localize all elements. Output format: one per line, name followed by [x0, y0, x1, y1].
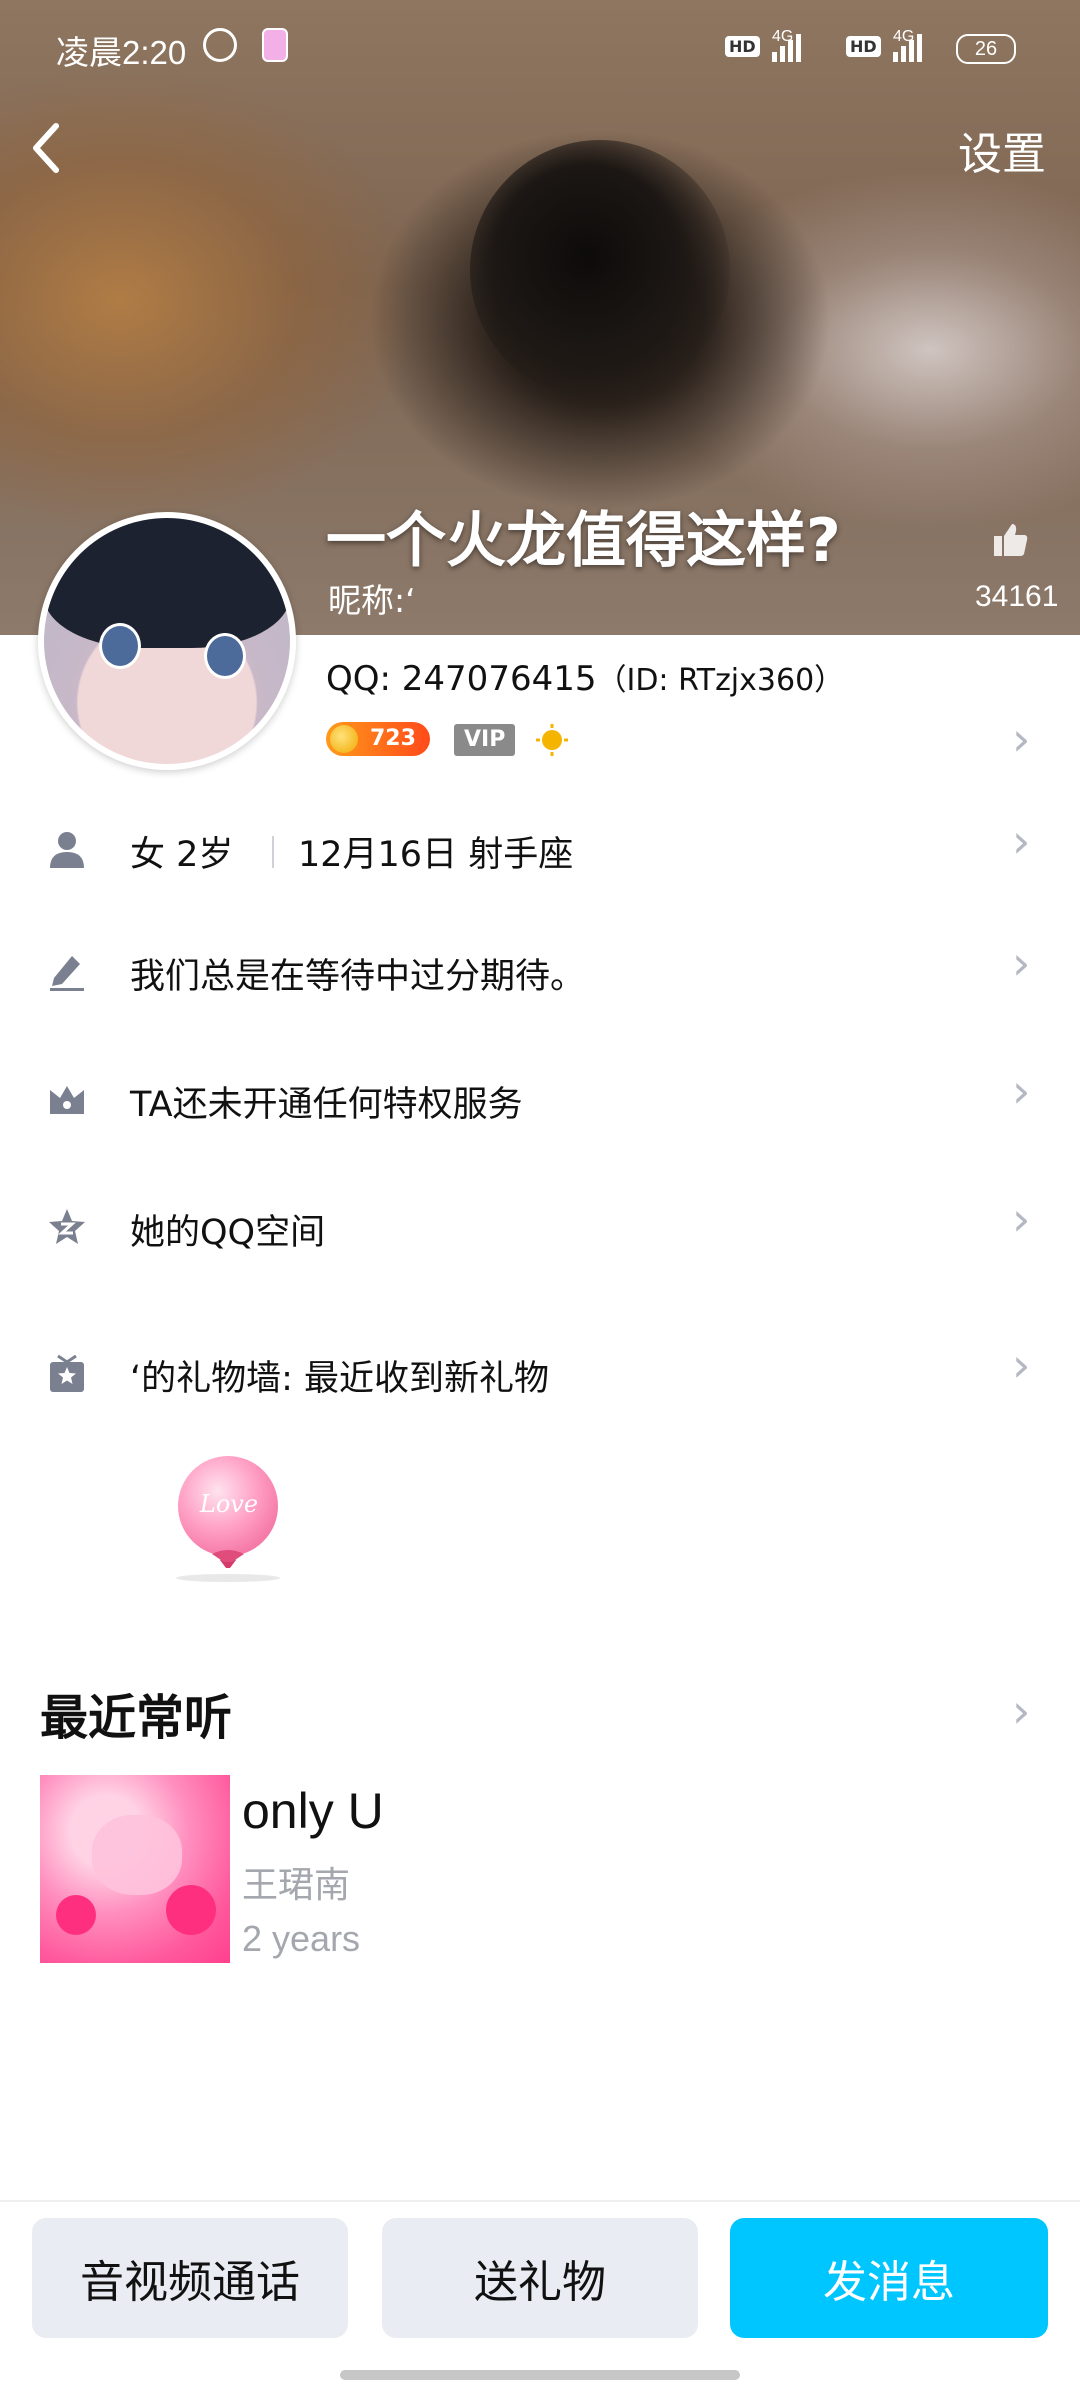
- vip-badge[interactable]: VIP: [454, 724, 516, 756]
- signature-text: 我们总是在等待中过分期待。: [130, 957, 586, 997]
- nickname: 昵称:‘: [328, 581, 416, 620]
- qq-id-text: （ID: RTzjx360）: [596, 663, 845, 698]
- row-gift-wall[interactable]: ‘的礼物墙: 最近收到新礼物 ›: [0, 1336, 1080, 1416]
- balloon-icon: [176, 1456, 280, 1582]
- signal-icon-1: [772, 34, 804, 66]
- send-message-button[interactable]: 发消息: [730, 2218, 1048, 2338]
- alarm-icon: [203, 28, 237, 62]
- thumbs-up-icon: [994, 524, 1028, 556]
- avatar-eye-left: [99, 623, 141, 669]
- status-time: 凌晨2:20: [56, 34, 187, 71]
- battery-icon: 26: [956, 34, 1016, 64]
- notification-app-icon: [262, 28, 288, 62]
- bottom-divider: [0, 2200, 1080, 2202]
- gender-age: 女 2岁: [130, 835, 234, 875]
- avatar-hair: [44, 518, 290, 648]
- home-indicator[interactable]: [340, 2370, 740, 2380]
- song-cover[interactable]: [40, 1775, 230, 1963]
- cover-heart-shape: [56, 1895, 96, 1935]
- chevron-right-icon: ›: [1012, 814, 1031, 868]
- video-call-button[interactable]: 音视频通话: [32, 2218, 348, 2338]
- cover-shape: [470, 140, 730, 400]
- pencil-icon: [50, 956, 84, 991]
- chevron-left-icon: [33, 123, 59, 173]
- qzone-star-icon: [49, 1209, 85, 1244]
- avatar[interactable]: [38, 512, 296, 770]
- row-qzone[interactable]: 她的QQ空间 ›: [0, 1190, 1080, 1270]
- birthday-sign: 12月16日 射手座: [298, 835, 574, 875]
- recent-section-title: 最近常听: [40, 1690, 233, 1746]
- privileges-text: TA还未开通任何特权服务: [130, 1085, 523, 1125]
- qq-number: QQ: 247076415（ID: RTzjx360）: [326, 655, 844, 699]
- cover-heart-shape: [166, 1885, 216, 1935]
- chevron-right-icon: ›: [1012, 1064, 1031, 1118]
- settings-button[interactable]: 设置: [958, 118, 1046, 182]
- cover-pig-shape: [92, 1815, 182, 1895]
- avatar-eye-right: [204, 633, 246, 679]
- signal-icon-2: [893, 34, 925, 66]
- badges-chevron-icon[interactable]: ›: [1012, 712, 1030, 766]
- song-title[interactable]: only U: [242, 1782, 384, 1840]
- qzone-text: 她的QQ空间: [130, 1213, 326, 1253]
- row-signature[interactable]: 我们总是在等待中过分期待。 ›: [0, 934, 1080, 1014]
- song-time: 2 years: [242, 1918, 361, 1959]
- profile-title: 一个火龙值得这样?: [326, 506, 841, 576]
- gift-balloon[interactable]: Love: [172, 1450, 292, 1590]
- level-badge[interactable]: 723: [326, 722, 430, 756]
- hd-badge-1: HD: [725, 36, 760, 57]
- row-privileges[interactable]: TA还未开通任何特权服务 ›: [0, 1062, 1080, 1142]
- like-button[interactable]: [990, 520, 1030, 560]
- chevron-right-icon: ›: [1012, 1338, 1031, 1392]
- balloon-text: Love: [199, 1490, 259, 1518]
- song-artist: 王珺南: [242, 1865, 351, 1906]
- row-basic-info[interactable]: 女 2岁 12月16日 射手座 ›: [0, 812, 1080, 892]
- gift-wall-text: ‘的礼物墙: 最近收到新礼物: [130, 1359, 550, 1399]
- chevron-right-icon: ›: [1012, 936, 1031, 990]
- gift-icon: [50, 1354, 84, 1392]
- back-button[interactable]: [28, 118, 68, 178]
- chevron-right-icon: ›: [1012, 1192, 1031, 1246]
- divider: [272, 836, 274, 868]
- qq-number-text: QQ: 247076415: [326, 659, 597, 699]
- person-icon: [50, 832, 84, 868]
- recent-chevron-icon[interactable]: ›: [1012, 1684, 1030, 1738]
- hd-badge-2: HD: [846, 36, 881, 57]
- like-count: 34161: [975, 580, 1059, 613]
- send-gift-button[interactable]: 送礼物: [382, 2218, 698, 2338]
- crown-icon: [50, 1086, 84, 1114]
- level-icons: [534, 722, 644, 758]
